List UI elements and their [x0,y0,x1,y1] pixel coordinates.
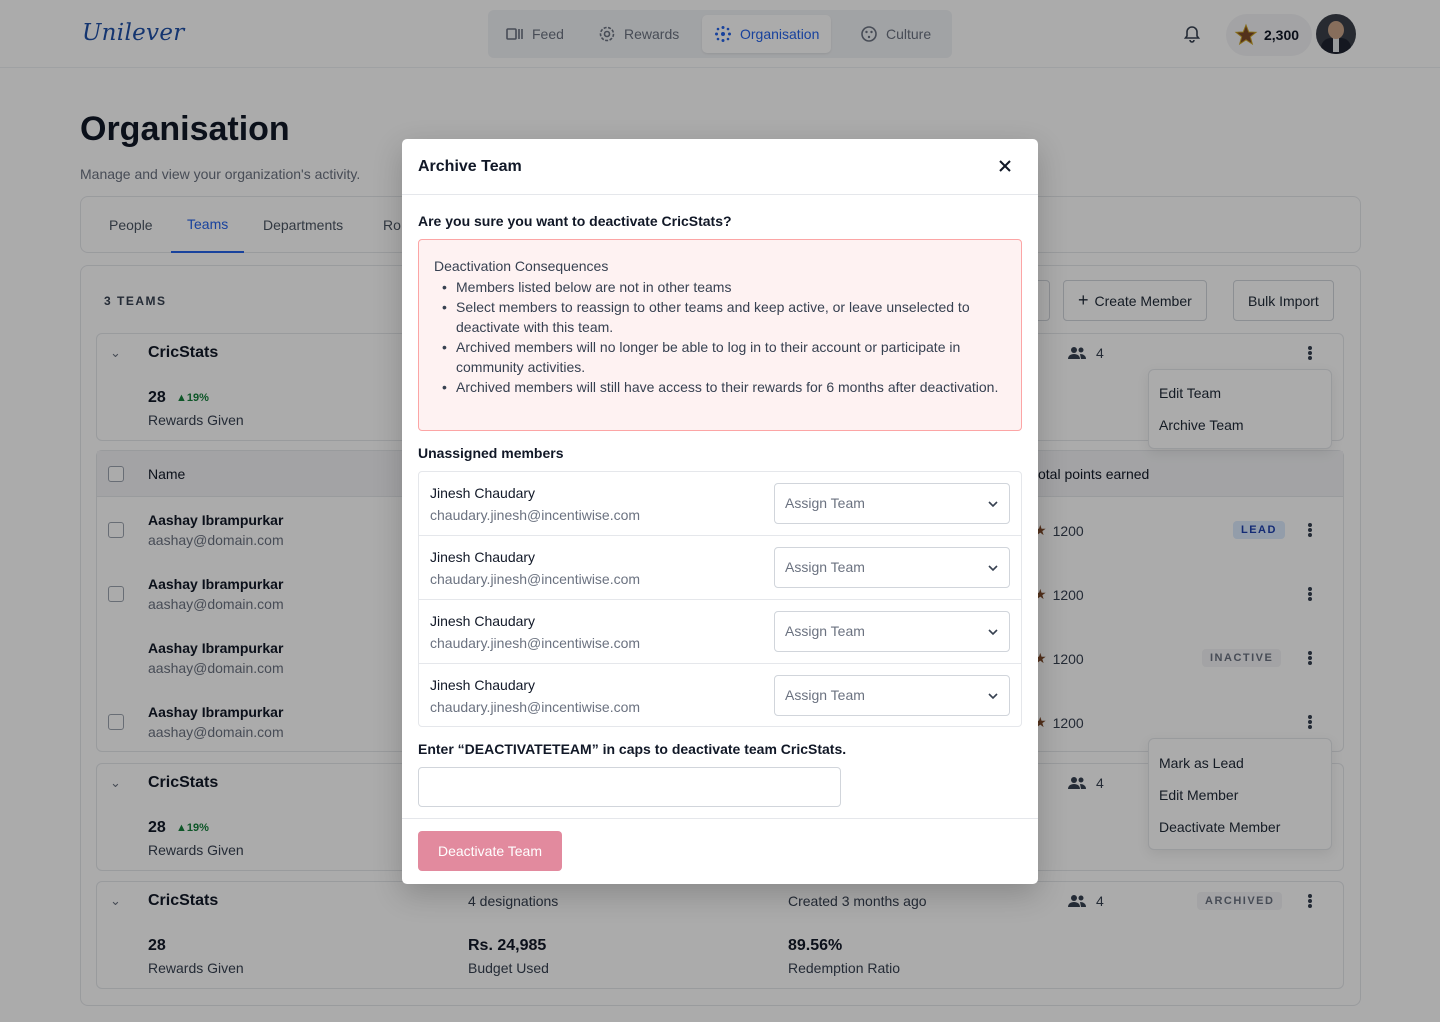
divider [402,194,1038,195]
list-item: Archived members will still have access … [440,377,1010,397]
member-name: Jinesh Chaudary [430,485,536,501]
divider [402,818,1038,819]
consequences-list: Members listed below are not in other te… [440,277,1010,397]
member-email: chaudary.jinesh@incentiwise.com [430,635,641,651]
list-item: Jinesh Chaudary chaudary.jinesh@incentiw… [419,664,1021,728]
list-item: Members listed below are not in other te… [440,277,1010,297]
member-name: Jinesh Chaudary [430,677,536,693]
member-email: chaudary.jinesh@incentiwise.com [430,507,641,523]
assign-team-select[interactable]: Assign Team [774,611,1010,652]
alert-title: Deactivation Consequences [434,258,609,274]
assign-team-select[interactable]: Assign Team [774,483,1010,524]
member-name: Jinesh Chaudary [430,549,536,565]
member-email: chaudary.jinesh@incentiwise.com [430,699,641,715]
list-item: Jinesh Chaudary chaudary.jinesh@incentiw… [419,536,1021,600]
unassigned-members-list: Jinesh Chaudary chaudary.jinesh@incentiw… [418,471,1022,727]
assign-team-select[interactable]: Assign Team [774,547,1010,588]
unassigned-title: Unassigned members [418,445,564,461]
deactivate-team-button[interactable]: Deactivate Team [418,831,562,871]
member-name: Jinesh Chaudary [430,613,536,629]
list-item: Jinesh Chaudary chaudary.jinesh@incentiw… [419,600,1021,664]
modal-title: Archive Team [418,158,522,175]
list-item: Archived members will no longer be able … [440,337,1010,377]
chevron-down-icon [988,565,998,572]
confirm-input[interactable] [418,767,841,807]
chevron-down-icon [988,501,998,508]
assign-team-select[interactable]: Assign Team [774,675,1010,716]
list-item: Jinesh Chaudary chaudary.jinesh@incentiw… [419,472,1021,536]
close-icon[interactable] [996,157,1014,175]
confirm-prompt: Enter “DEACTIVATETEAM” in caps to deacti… [418,741,847,757]
archive-team-modal: Archive Team Are you sure you want to de… [402,139,1038,884]
consequences-alert: Deactivation Consequences Members listed… [418,239,1022,431]
list-item: Select members to reassign to other team… [440,297,1010,337]
member-email: chaudary.jinesh@incentiwise.com [430,571,641,587]
chevron-down-icon [988,693,998,700]
modal-question: Are you sure you want to deactivate Cric… [418,213,732,229]
chevron-down-icon [988,629,998,636]
